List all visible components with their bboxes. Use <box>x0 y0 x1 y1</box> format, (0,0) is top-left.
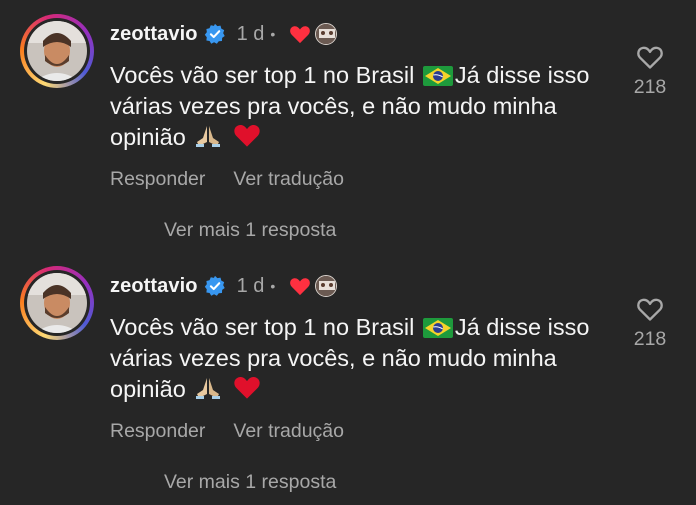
comment-actions: Responder Ver tradução <box>110 168 344 191</box>
like-column: 218 <box>624 296 676 351</box>
red-heart-icon <box>290 26 311 44</box>
comment-actions: Responder Ver tradução <box>110 420 344 443</box>
comment-time: 1 d <box>236 274 265 297</box>
red-heart-emoji <box>234 124 260 147</box>
verified-badge-icon <box>204 23 225 44</box>
verified-badge-icon <box>204 275 225 296</box>
like-count: 218 <box>633 328 667 350</box>
see-translation-button[interactable]: Ver tradução <box>233 168 344 191</box>
red-heart-icon <box>290 278 311 296</box>
comment-text: Vocês vão ser top 1 no Brasil Já disse i… <box>110 312 600 405</box>
folded-hands-emoji <box>196 126 221 147</box>
heart-outline-icon[interactable] <box>636 44 664 70</box>
avatar-photo <box>27 21 87 81</box>
author-avatar-icon <box>315 275 338 297</box>
brazil-flag-emoji <box>422 66 453 86</box>
comment-item: zeottavio 1 d • Vocês vão ser top 1 no B… <box>0 252 696 504</box>
comment-item: zeottavio 1 d • Vocês vão ser top 1 no B… <box>0 0 696 252</box>
red-heart-emoji <box>234 376 260 399</box>
reply-button[interactable]: Responder <box>110 420 205 443</box>
brazil-flag-emoji <box>422 318 453 338</box>
comment-header: zeottavio 1 d • <box>110 20 338 48</box>
username[interactable]: zeottavio <box>110 23 198 46</box>
author-avatar-icon <box>315 23 338 45</box>
separator-dot: • <box>270 26 276 42</box>
avatar[interactable] <box>20 14 94 88</box>
heart-outline-icon[interactable] <box>636 296 664 322</box>
comment-text: Vocês vão ser top 1 no Brasil Já disse i… <box>110 60 600 153</box>
like-column: 218 <box>624 44 676 99</box>
comment-header: zeottavio 1 d • <box>110 272 338 300</box>
view-more-replies-button[interactable]: Ver mais 1 resposta <box>164 219 336 242</box>
like-count: 218 <box>633 76 667 98</box>
avatar[interactable] <box>20 266 94 340</box>
comment-text-part: Vocês vão ser top 1 no Brasil <box>110 314 415 340</box>
see-translation-button[interactable]: Ver tradução <box>233 420 344 443</box>
folded-hands-emoji <box>196 378 221 399</box>
comment-text-part: Vocês vão ser top 1 no Brasil <box>110 62 415 88</box>
reply-button[interactable]: Responder <box>110 168 205 191</box>
separator-dot: • <box>270 278 276 294</box>
username[interactable]: zeottavio <box>110 275 198 298</box>
comment-time: 1 d <box>236 22 265 45</box>
avatar-photo <box>27 273 87 333</box>
view-more-replies-button[interactable]: Ver mais 1 resposta <box>164 471 336 494</box>
